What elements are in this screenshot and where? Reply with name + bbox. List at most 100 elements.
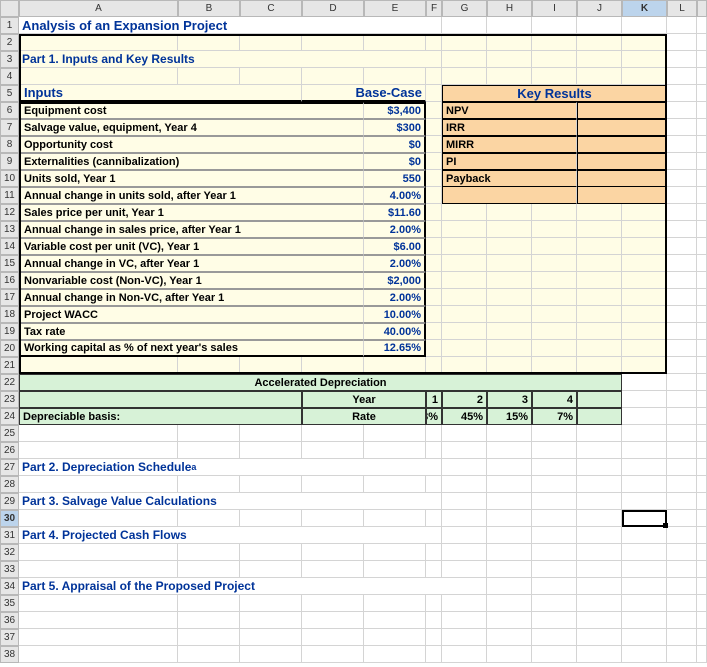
cell[interactable] xyxy=(697,323,707,340)
cell[interactable] xyxy=(302,629,364,646)
row-header[interactable]: 4 xyxy=(0,68,19,85)
input-value[interactable]: 2.00% xyxy=(364,221,426,238)
row-header[interactable]: 38 xyxy=(0,646,19,663)
cell[interactable] xyxy=(442,187,577,204)
input-value[interactable]: $3,400 xyxy=(364,102,426,119)
cell[interactable] xyxy=(426,357,442,374)
key-result-label[interactable]: PI xyxy=(442,153,577,170)
inputs-header[interactable]: Inputs xyxy=(19,85,302,102)
cell[interactable] xyxy=(622,204,667,221)
input-value[interactable]: 2.00% xyxy=(364,255,426,272)
cell[interactable] xyxy=(577,51,622,68)
cell[interactable] xyxy=(667,629,697,646)
row-header[interactable]: 2 xyxy=(0,34,19,51)
cell[interactable] xyxy=(426,340,442,357)
row-header[interactable]: 1 xyxy=(0,17,19,34)
cell[interactable] xyxy=(697,187,707,204)
cell[interactable] xyxy=(487,527,532,544)
cell[interactable] xyxy=(19,442,178,459)
cell[interactable] xyxy=(364,612,426,629)
cell[interactable] xyxy=(622,17,667,34)
cell[interactable] xyxy=(697,255,707,272)
cell[interactable] xyxy=(426,289,442,306)
cell[interactable] xyxy=(426,221,442,238)
cell[interactable] xyxy=(240,68,302,85)
cell[interactable] xyxy=(302,442,364,459)
cell[interactable] xyxy=(667,442,697,459)
cell[interactable] xyxy=(697,646,707,663)
cell[interactable] xyxy=(442,306,487,323)
cell[interactable] xyxy=(667,374,697,391)
cell[interactable] xyxy=(697,493,707,510)
dep-basis-label[interactable]: Depreciable basis: xyxy=(19,408,302,425)
cell[interactable] xyxy=(487,578,532,595)
cell[interactable] xyxy=(487,323,532,340)
cell[interactable] xyxy=(302,68,364,85)
cell[interactable] xyxy=(487,646,532,663)
cell[interactable] xyxy=(577,646,622,663)
cell[interactable] xyxy=(667,459,697,476)
row-header[interactable]: 7 xyxy=(0,119,19,136)
cell[interactable] xyxy=(697,289,707,306)
row-header[interactable]: 34 xyxy=(0,578,19,595)
column-header[interactable]: L xyxy=(667,0,697,17)
cell[interactable] xyxy=(426,323,442,340)
cell[interactable] xyxy=(577,68,622,85)
row-header[interactable]: 20 xyxy=(0,340,19,357)
cell[interactable] xyxy=(622,374,667,391)
cell[interactable] xyxy=(697,119,707,136)
rate-value[interactable]: 7% xyxy=(532,408,577,425)
cell[interactable] xyxy=(487,238,532,255)
column-header[interactable]: J xyxy=(577,0,622,17)
cell[interactable] xyxy=(577,272,622,289)
cell[interactable] xyxy=(667,68,697,85)
cell[interactable] xyxy=(577,459,622,476)
row-header[interactable]: 10 xyxy=(0,170,19,187)
year-col[interactable]: 3 xyxy=(487,391,532,408)
cell[interactable] xyxy=(577,612,622,629)
cell[interactable] xyxy=(487,612,532,629)
input-label[interactable]: Sales price per unit, Year 1 xyxy=(19,204,364,221)
row-header[interactable]: 19 xyxy=(0,323,19,340)
cell[interactable] xyxy=(667,221,697,238)
cell[interactable] xyxy=(577,221,622,238)
cell[interactable] xyxy=(697,425,707,442)
cell[interactable] xyxy=(577,595,622,612)
cell[interactable] xyxy=(667,153,697,170)
cell[interactable] xyxy=(487,357,532,374)
cell[interactable] xyxy=(442,510,487,527)
section-part1[interactable]: Part 1. Inputs and Key Results xyxy=(19,51,442,68)
cell[interactable] xyxy=(577,561,622,578)
cell[interactable] xyxy=(487,442,532,459)
cell[interactable] xyxy=(442,476,487,493)
cell[interactable] xyxy=(622,459,667,476)
rate-value[interactable]: 33% xyxy=(426,408,442,425)
cell[interactable] xyxy=(426,476,442,493)
cell[interactable] xyxy=(667,136,697,153)
cell[interactable] xyxy=(426,306,442,323)
cell[interactable] xyxy=(697,374,707,391)
row-header[interactable]: 17 xyxy=(0,289,19,306)
cell[interactable] xyxy=(426,510,442,527)
cell[interactable] xyxy=(487,493,532,510)
row-header[interactable]: 12 xyxy=(0,204,19,221)
cell[interactable] xyxy=(426,646,442,663)
cell[interactable] xyxy=(697,170,707,187)
row-header[interactable]: 8 xyxy=(0,136,19,153)
cell[interactable] xyxy=(487,221,532,238)
cell[interactable] xyxy=(487,255,532,272)
cell[interactable] xyxy=(697,578,707,595)
cell[interactable] xyxy=(19,510,178,527)
cell[interactable] xyxy=(532,561,577,578)
cell[interactable] xyxy=(697,238,707,255)
cell[interactable] xyxy=(697,340,707,357)
cell[interactable] xyxy=(697,68,707,85)
cell[interactable] xyxy=(577,408,622,425)
input-label[interactable]: Units sold, Year 1 xyxy=(19,170,364,187)
cell[interactable] xyxy=(577,255,622,272)
cell[interactable] xyxy=(697,408,707,425)
cell[interactable] xyxy=(532,272,577,289)
cell[interactable] xyxy=(667,187,697,204)
input-value[interactable]: $0 xyxy=(364,153,426,170)
cell[interactable] xyxy=(577,238,622,255)
